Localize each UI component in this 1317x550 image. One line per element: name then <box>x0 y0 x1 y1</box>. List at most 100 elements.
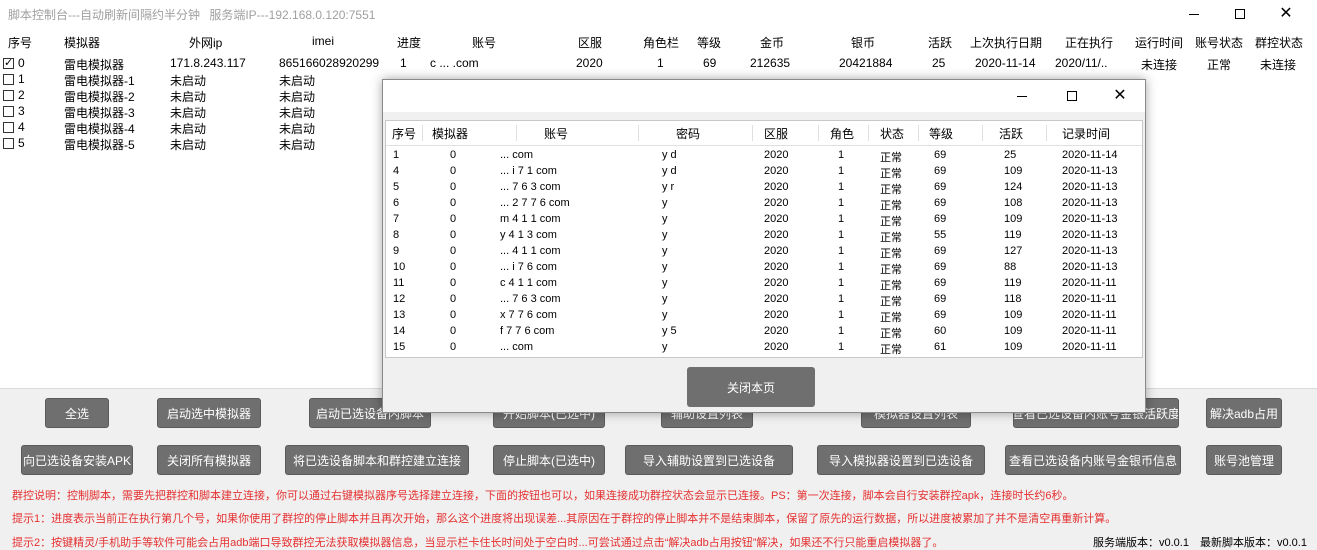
record-cell: 0 <box>450 181 457 193</box>
action-button[interactable]: 导入辅助设置到已选设备 <box>625 445 793 475</box>
record-cell: 69 <box>934 213 947 225</box>
record-column-header[interactable]: 状态 <box>880 125 904 142</box>
action-button[interactable]: 向已选设备安装APK <box>21 445 133 475</box>
record-cell: y 5 <box>662 325 677 337</box>
record-cell: 2020-11-13 <box>1062 181 1118 193</box>
record-cell: 2020 <box>764 293 789 305</box>
action-button[interactable]: 关闭所有模拟器 <box>157 445 261 475</box>
column-divider <box>638 125 639 141</box>
record-cell: 6 <box>393 197 400 209</box>
close-page-button[interactable]: 关闭本页 <box>687 367 815 407</box>
record-cell: ... com <box>500 149 534 161</box>
record-column-header[interactable]: 模拟器 <box>432 125 468 142</box>
record-cell: f 7 7 6 com <box>500 325 555 337</box>
record-cell: y <box>662 341 668 353</box>
record-cell: y <box>662 261 668 273</box>
record-column-header[interactable]: 序号 <box>392 125 416 142</box>
cell-no: 0 <box>18 56 25 70</box>
action-button[interactable]: 将已选设备脚本和群控建立连接 <box>285 445 469 475</box>
record-cell: m 4 1 1 com <box>500 213 561 225</box>
record-cell: y d <box>662 165 677 177</box>
action-button[interactable]: 账号池管理 <box>1206 445 1282 475</box>
record-column-header[interactable]: 区服 <box>764 125 788 142</box>
title-bar: 脚本控制台---自动刷新间隔约半分钟 服务端IP---192.168.0.120… <box>0 0 1317 28</box>
dialog-close-button[interactable]: ✕ <box>1095 80 1145 112</box>
record-cell: 2020 <box>764 277 789 289</box>
column-header[interactable]: 活跃 <box>928 34 952 56</box>
cell-active: 25 <box>932 56 946 70</box>
record-cell: 88 <box>1004 261 1017 273</box>
column-header[interactable]: 序号 <box>8 34 32 56</box>
action-button[interactable]: 导入模拟器设置到已选设备 <box>817 445 985 475</box>
record-column-header[interactable]: 角色 <box>830 125 854 142</box>
record-cell: 127 <box>1004 245 1023 257</box>
minimize-button[interactable] <box>1171 0 1217 28</box>
close-button[interactable]: ✕ <box>1263 0 1309 28</box>
maximize-icon <box>1067 91 1077 101</box>
column-header[interactable]: 等级 <box>697 34 721 56</box>
record-cell: 8 <box>393 229 400 241</box>
record-cell: 13 <box>393 309 406 321</box>
maximize-button[interactable] <box>1217 0 1263 28</box>
cell-name: 雷电模拟器-1 <box>64 74 135 88</box>
record-column-header[interactable]: 账号 <box>544 125 568 142</box>
record-column-header[interactable]: 记录时间 <box>1062 125 1110 142</box>
record-cell: 119 <box>1004 229 1022 241</box>
action-button[interactable]: 解决adb占用 <box>1206 398 1282 428</box>
dialog-minimize-button[interactable] <box>997 80 1047 112</box>
record-cell: ... 2 7 7 6 com <box>500 197 570 209</box>
column-header[interactable]: 账号状态 <box>1195 34 1243 56</box>
record-cell: 2020 <box>764 261 789 273</box>
column-header[interactable]: 上次执行日期 <box>970 34 1042 56</box>
cell-ip: 未启动 <box>170 138 207 152</box>
row-checkbox[interactable] <box>3 74 14 85</box>
record-cell: y <box>662 197 668 209</box>
row-checkbox[interactable] <box>3 138 14 149</box>
record-column-header[interactable]: 等级 <box>929 125 953 142</box>
record-cell: 109 <box>1004 165 1023 177</box>
record-cell: 正常 <box>880 216 902 228</box>
cell-run_time: 未连接 <box>1141 58 1178 72</box>
record-cell: 1 <box>838 165 845 177</box>
column-header[interactable]: 金币 <box>760 34 784 56</box>
record-cell: 7 <box>393 213 400 225</box>
column-header[interactable]: 运行时间 <box>1135 34 1183 56</box>
record-table: 序号 模拟器 账号 密码 区服 角色 状态 等级 活跃 记录时间 1 0 ... com y d 2020 1… <box>385 120 1143 358</box>
dialog-maximize-button[interactable] <box>1047 80 1097 112</box>
column-header[interactable]: 区服 <box>578 34 602 56</box>
cell-imei: 865166028920299 <box>279 56 380 70</box>
cell-silver: 20421884 <box>839 56 893 70</box>
column-header[interactable]: 进度 <box>397 34 421 56</box>
row-checkbox[interactable] <box>3 106 14 117</box>
column-header[interactable]: 银币 <box>851 34 875 56</box>
action-button[interactable]: 启动选中模拟器 <box>157 398 261 428</box>
column-header[interactable]: 正在执行 <box>1065 34 1113 56</box>
row-checkbox[interactable] <box>3 122 14 133</box>
record-cell: 2020-11-13 <box>1062 213 1118 225</box>
column-header[interactable]: 外网ip <box>189 34 222 56</box>
record-cell: 2020-11-13 <box>1062 245 1118 257</box>
column-header[interactable]: 群控状态 <box>1255 34 1303 56</box>
record-cell: 1 <box>838 213 845 225</box>
action-button[interactable]: 查看已选设备内账号金银币信息 <box>1005 445 1181 475</box>
column-header[interactable]: 角色栏 <box>643 34 679 56</box>
action-button[interactable]: 停止脚本(已选中) <box>493 445 605 475</box>
record-cell: 2020-11-14 <box>1062 149 1118 161</box>
record-cell: 2020-11-11 <box>1062 293 1117 305</box>
row-checkbox[interactable] <box>3 90 14 101</box>
cell-name: 雷电模拟器 <box>64 58 125 72</box>
record-column-header[interactable]: 活跃 <box>999 125 1023 142</box>
column-header[interactable]: imei <box>312 34 334 56</box>
cell-acc_status: 正常 <box>1207 58 1232 72</box>
row-checkbox[interactable] <box>3 56 14 69</box>
column-header[interactable]: 模拟器 <box>64 34 100 56</box>
record-cell: y <box>662 293 668 305</box>
server-ip-text: 服务端IP---192.168.0.120:7551 <box>209 8 376 22</box>
record-cell: 2020 <box>764 197 789 209</box>
action-button[interactable]: 全选 <box>45 398 109 428</box>
column-divider <box>868 125 869 141</box>
record-cell: y <box>662 229 668 241</box>
record-column-header[interactable]: 密码 <box>676 125 700 142</box>
column-header[interactable]: 账号 <box>472 34 496 56</box>
record-cell: 109 <box>1004 309 1023 321</box>
